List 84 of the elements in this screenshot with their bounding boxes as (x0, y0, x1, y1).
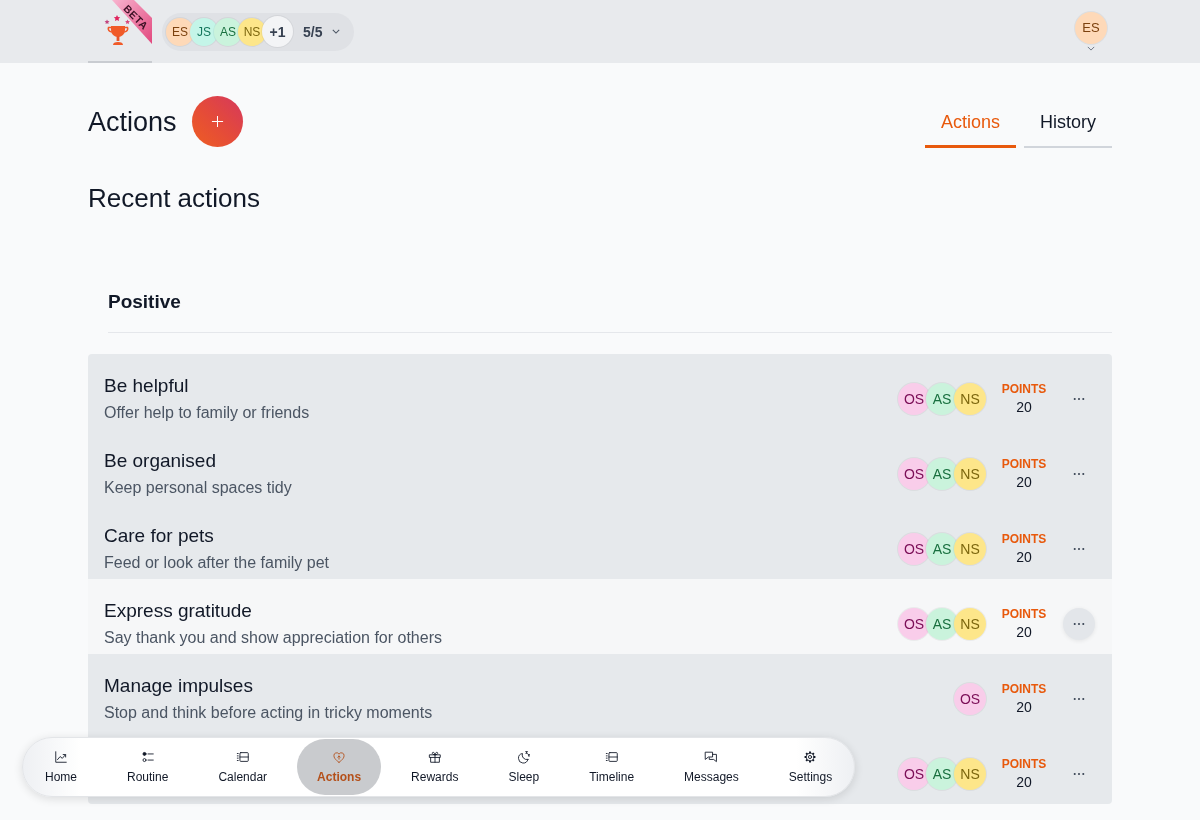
action-title: Manage impulses (104, 674, 253, 698)
member-avatar: AS (926, 757, 958, 790)
member-avatar: NS (954, 382, 986, 415)
points-value: 20 (1016, 397, 1032, 417)
member-avatar: OS (898, 607, 930, 640)
nav-item[interactable]: Timeline (569, 739, 655, 795)
member-avatar: NS (954, 607, 986, 640)
user-menu-button[interactable]: ES (1073, 11, 1109, 52)
points-value: 20 (1016, 472, 1032, 492)
member-avatar: AS (926, 532, 958, 565)
ellipsis-icon (1073, 396, 1085, 401)
ellipsis-icon (1073, 696, 1085, 701)
points-label: POINTS (1001, 680, 1047, 697)
chart-line-icon (54, 750, 68, 764)
points-value: 20 (1016, 547, 1032, 567)
nav-item[interactable]: Rewards (391, 739, 479, 795)
action-description: Stop and think before acting in tricky moments (104, 703, 433, 723)
nav-item[interactable]: Home (25, 739, 97, 795)
member-avatar: NS (238, 17, 266, 46)
more-members-count: +1 (262, 16, 293, 47)
action-title: Express gratitude (104, 599, 252, 623)
chat-bubbles-icon (704, 750, 719, 764)
tab[interactable]: History (1024, 100, 1112, 148)
section-heading: Recent actions (88, 182, 261, 214)
list-panel-icon (604, 750, 619, 764)
member-avatar: JS (190, 17, 218, 46)
points-label: POINTS (1001, 530, 1047, 547)
points-label: POINTS (1001, 380, 1047, 397)
ellipsis-icon (1073, 771, 1085, 776)
member-avatar: ES (166, 17, 194, 46)
action-title: Care for pets (104, 524, 214, 548)
member-avatar: AS (214, 17, 242, 46)
tab[interactable]: Actions (924, 100, 1016, 148)
plus-icon (210, 115, 224, 128)
chevron-down-icon (1087, 45, 1095, 51)
ellipsis-icon (1073, 471, 1085, 476)
member-avatar: AS (926, 607, 958, 640)
member-avatar: NS (954, 532, 986, 565)
settings-icon (803, 750, 818, 764)
gift-icon (427, 750, 442, 764)
member-avatar: OS (898, 532, 930, 565)
member-avatar: AS (926, 457, 958, 490)
action-description: Keep personal spaces tidy (104, 478, 292, 498)
list-panel-icon (235, 750, 250, 764)
points-value: 20 (1016, 772, 1032, 792)
member-avatar: NS (954, 457, 986, 490)
nav-item[interactable]: Calendar (198, 739, 288, 795)
user-avatar: ES (1075, 11, 1107, 44)
member-avatar: OS (954, 682, 986, 715)
points-label: POINTS (1001, 755, 1047, 772)
points-value: 20 (1016, 697, 1032, 717)
page-title: Actions (88, 105, 177, 139)
chevron-down-icon (332, 29, 341, 34)
member-avatar: AS (926, 382, 958, 415)
member-avatar: OS (898, 382, 930, 415)
ellipsis-icon (1073, 546, 1085, 551)
action-description: Offer help to family or friends (104, 403, 310, 423)
action-description: Say thank you and show appreciation for others (104, 628, 442, 648)
checklist-icon (140, 750, 155, 764)
points-label: POINTS (1001, 605, 1047, 622)
action-row[interactable]: Manage impulses Stop and think before acting in tricky moments OS POINTS 20 (88, 654, 1112, 729)
action-row[interactable]: Care for pets Feed or look after the family pet OS AS NS POINTS 20 (88, 504, 1112, 579)
member-avatar: OS (898, 457, 930, 490)
nav-item[interactable]: Settings (768, 739, 853, 795)
action-row[interactable]: Be organised Keep personal spaces tidy OS AS NS POINTS 20 (88, 429, 1112, 504)
action-row[interactable]: Be helpful Offer help to family or friends OS AS NS POINTS 20 (88, 354, 1112, 429)
moon-sleep-icon (516, 750, 531, 764)
points-value: 20 (1016, 622, 1032, 642)
nav-item[interactable]: Sleep (488, 739, 560, 795)
member-avatar: OS (898, 757, 930, 790)
more-button[interactable] (1063, 607, 1095, 640)
add-button[interactable] (191, 96, 243, 147)
ellipsis-icon (1073, 621, 1085, 626)
action-description: Feed or look after the family pet (104, 553, 329, 573)
heart-arrow-icon (332, 750, 347, 764)
group-title: Positive (108, 290, 182, 314)
member-avatar: NS (954, 757, 986, 790)
action-title: Be helpful (104, 374, 189, 398)
points-label: POINTS (1001, 455, 1047, 472)
action-title: Be organised (104, 449, 216, 473)
nav-item[interactable]: Messages (664, 739, 759, 795)
member-count: 5/5 (303, 23, 323, 40)
nav-item[interactable]: Routine (107, 739, 189, 795)
members-dropdown[interactable]: ES JS AS NS +1 5/5 (162, 12, 355, 51)
